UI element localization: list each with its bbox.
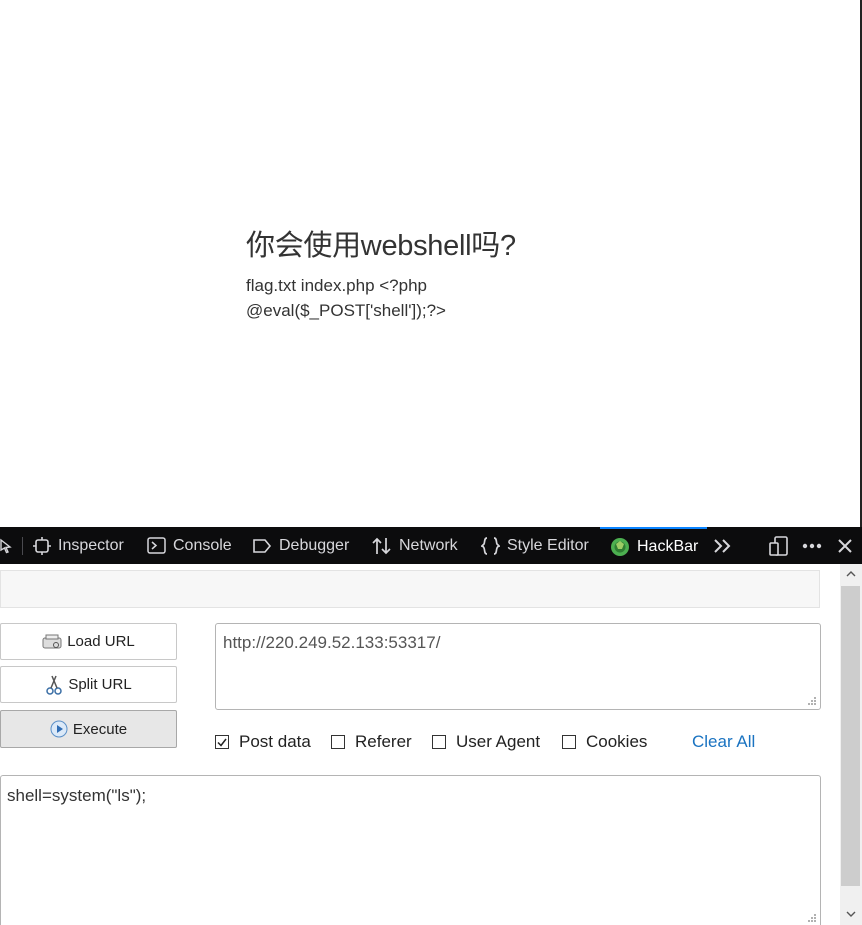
scroll-up-icon[interactable]	[846, 570, 856, 578]
devtools-toolbar: Inspector Console Debugger Network Style…	[0, 527, 862, 564]
cookies-checkbox[interactable]: Cookies	[562, 732, 647, 752]
url-input[interactable]: http://220.249.52.133:53317/	[215, 623, 821, 710]
resize-handle-icon[interactable]	[807, 913, 817, 923]
responsive-design-icon[interactable]	[769, 527, 789, 564]
tab-hackbar[interactable]: HackBar	[600, 527, 707, 564]
inspector-icon	[33, 536, 51, 555]
split-url-button[interactable]: Split URL	[0, 666, 177, 703]
tab-label: Debugger	[279, 536, 350, 554]
web-page: 你会使用webshell吗? flag.txt index.php <?php …	[0, 0, 862, 527]
scroll-down-icon[interactable]	[846, 910, 856, 918]
close-icon[interactable]	[837, 527, 853, 564]
post-data-checkbox[interactable]: Post data	[215, 732, 311, 752]
hackbar-icon	[611, 537, 629, 556]
console-icon	[147, 537, 166, 554]
user-agent-checkbox[interactable]: User Agent	[432, 732, 540, 752]
hackbar-menu-strip	[0, 570, 820, 608]
debugger-icon	[253, 538, 272, 553]
post-data-input[interactable]: shell=system("ls");	[0, 775, 821, 925]
tab-label: HackBar	[637, 537, 699, 555]
element-picker-icon[interactable]	[0, 527, 12, 564]
hackbar-panel: Load URL Split URL Execute http://220.24…	[0, 564, 840, 925]
tab-debugger[interactable]: Debugger	[252, 527, 349, 564]
split-url-label: Split URL	[68, 676, 132, 693]
tab-label: Network	[399, 536, 458, 554]
tab-network[interactable]: Network	[371, 527, 458, 564]
execute-button[interactable]: Execute	[0, 710, 177, 748]
tab-label: Inspector	[58, 536, 124, 554]
tab-label: Console	[173, 536, 232, 554]
toolbar-divider	[22, 537, 23, 555]
checkbox-icon	[432, 735, 446, 749]
page-title: 你会使用webshell吗?	[246, 230, 516, 262]
resize-handle-icon[interactable]	[807, 696, 817, 706]
checkbox-icon	[331, 735, 345, 749]
referer-checkbox[interactable]: Referer	[331, 732, 412, 752]
checkbox-checked-icon	[215, 735, 229, 749]
referer-label: Referer	[355, 732, 412, 751]
post-data-value: shell=system("ls");	[7, 786, 147, 805]
load-url-label: Load URL	[67, 633, 135, 650]
user-agent-label: User Agent	[456, 732, 541, 751]
network-icon	[372, 537, 391, 554]
scrollbar-thumb[interactable]	[841, 586, 860, 886]
tab-style-editor[interactable]: Style Editor	[481, 527, 589, 564]
post-data-label: Post data	[239, 732, 311, 751]
url-value: http://220.249.52.133:53317/	[223, 633, 441, 652]
tab-label: Style Editor	[507, 536, 589, 554]
style-editor-icon	[481, 536, 500, 555]
menu-dots-icon[interactable]	[802, 527, 822, 564]
scissors-icon	[46, 675, 63, 695]
execute-label: Execute	[72, 720, 128, 738]
load-url-icon	[42, 634, 62, 648]
clear-all-link[interactable]: Clear All	[692, 732, 755, 752]
load-url-button[interactable]: Load URL	[0, 623, 177, 660]
command-output: flag.txt index.php <?php @eval($_POST['s…	[246, 276, 446, 320]
tab-inspector[interactable]: Inspector	[33, 527, 124, 564]
tab-console[interactable]: Console	[147, 527, 232, 564]
checkbox-icon	[562, 735, 576, 749]
more-tabs-icon[interactable]	[713, 527, 733, 564]
panel-scrollbar[interactable]	[840, 564, 862, 925]
cookies-label: Cookies	[586, 732, 648, 751]
play-icon	[50, 720, 68, 738]
